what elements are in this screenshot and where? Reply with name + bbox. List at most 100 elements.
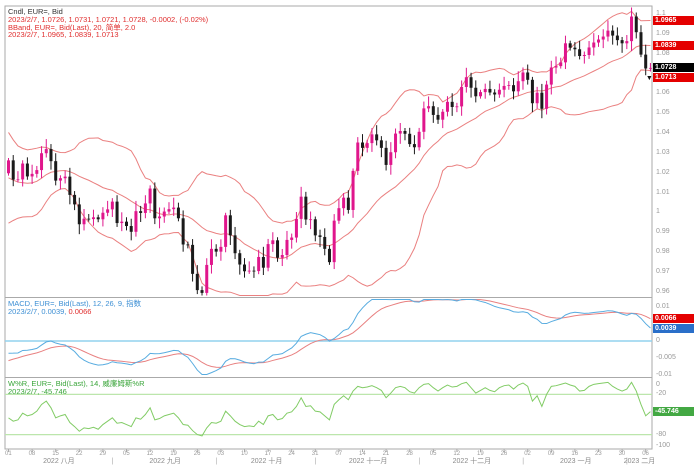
candle-body	[464, 77, 468, 87]
candle-body	[379, 140, 383, 148]
candle-body	[16, 179, 20, 181]
candle-body	[54, 161, 58, 181]
candle-body	[101, 212, 105, 220]
candle-body	[176, 207, 180, 219]
candle-body	[200, 290, 204, 293]
candle-body	[25, 163, 29, 177]
candle-body	[356, 142, 360, 171]
candle-body	[243, 264, 246, 272]
candle-body	[634, 16, 638, 33]
candle-body	[389, 152, 393, 165]
candle-body	[276, 240, 280, 258]
candle-body	[139, 211, 143, 213]
candle-body	[507, 85, 511, 86]
candle-body	[280, 255, 284, 258]
candle-body	[375, 134, 379, 141]
candle-body	[403, 131, 407, 134]
candle-body	[606, 30, 610, 37]
candle-body	[549, 67, 553, 85]
candle-body	[143, 203, 147, 213]
time-axis[interactable]	[5, 449, 652, 467]
candle-body	[125, 221, 128, 227]
candle-body	[540, 92, 544, 109]
candle-body	[266, 244, 270, 268]
wpr-axis-badge: -45.746	[653, 407, 694, 417]
candle-body	[394, 133, 398, 153]
candle-body	[427, 106, 431, 109]
candle-body	[639, 32, 643, 55]
wpr-panel-legend: W%R, EUR=, Bid(Last), 14, 威廉姆斯%R 2023/2/…	[8, 380, 145, 396]
candle-body	[625, 41, 629, 44]
candle-body	[148, 188, 152, 204]
candle-body	[290, 237, 294, 240]
candle-body	[21, 163, 25, 180]
candle-body	[49, 149, 53, 162]
macd-value: 2023/2/7, 0.0039,	[8, 306, 67, 316]
macd-axis-badge: 0.0039	[653, 323, 694, 333]
candle-body	[158, 216, 162, 219]
candle-body	[611, 30, 615, 36]
candle-body	[483, 88, 487, 93]
candle-body	[129, 226, 133, 232]
candle-body	[167, 209, 171, 212]
candle-body	[195, 273, 199, 291]
candle-body	[469, 77, 473, 88]
candle-body	[398, 131, 402, 134]
bollinger-middle-band	[8, 44, 651, 260]
candle-body	[384, 147, 388, 165]
candle-body	[545, 84, 549, 109]
candle-body	[445, 101, 449, 112]
candle-body	[554, 66, 558, 68]
candle-body	[474, 87, 478, 97]
candle-body	[644, 54, 648, 69]
candle-body	[573, 47, 577, 50]
candle-body	[450, 101, 454, 107]
candle-body	[559, 62, 563, 67]
candle-body	[630, 16, 634, 42]
bollinger-upper-band	[8, 10, 651, 224]
candle-body	[313, 219, 317, 236]
chart-plot-area[interactable]	[0, 0, 694, 468]
price-axis-badge: 1.0839	[653, 41, 694, 51]
candle-body	[601, 36, 605, 40]
candle-body	[441, 111, 445, 120]
candle-body	[526, 72, 530, 80]
candle-body	[271, 240, 275, 245]
candle-body	[209, 248, 213, 265]
candle-body	[460, 86, 464, 107]
candle-body	[186, 244, 190, 246]
candle-body	[77, 204, 81, 225]
candle-body	[261, 256, 265, 268]
candle-body	[578, 49, 582, 57]
candle-body	[431, 106, 435, 115]
candle-body	[205, 264, 209, 293]
candle-body	[294, 218, 298, 238]
candle-body	[521, 72, 525, 82]
candle-body	[615, 35, 619, 41]
candle-body	[63, 176, 67, 179]
candle-body	[436, 114, 440, 120]
bband-legend-values: 2023/2/7, 1.0965, 1.0839, 1.0713	[8, 30, 119, 40]
candle-body	[228, 215, 232, 236]
candle-body	[219, 246, 223, 252]
candle-body	[530, 79, 534, 104]
candle-body	[181, 218, 185, 245]
candle-body	[44, 149, 48, 154]
candle-body	[535, 92, 539, 104]
candle-body	[191, 244, 195, 274]
candle-body	[224, 215, 228, 247]
candle-body	[304, 196, 308, 220]
candle-body	[497, 89, 501, 95]
candle-body	[479, 92, 482, 97]
candle-body	[337, 208, 341, 221]
candle-body	[11, 160, 15, 180]
candle-body	[346, 197, 350, 210]
wpr-legend-value: 2023/2/7, -45.746	[8, 386, 67, 396]
candle-body	[417, 131, 421, 148]
candle-body	[568, 43, 572, 48]
candle-body	[153, 188, 157, 219]
chart-container: Cndl, EUR=, Bid 2023/2/7, 1.0726, 1.0731…	[0, 0, 694, 468]
candle-body	[40, 153, 44, 171]
candle-body	[342, 197, 346, 209]
candle-body	[516, 81, 520, 92]
